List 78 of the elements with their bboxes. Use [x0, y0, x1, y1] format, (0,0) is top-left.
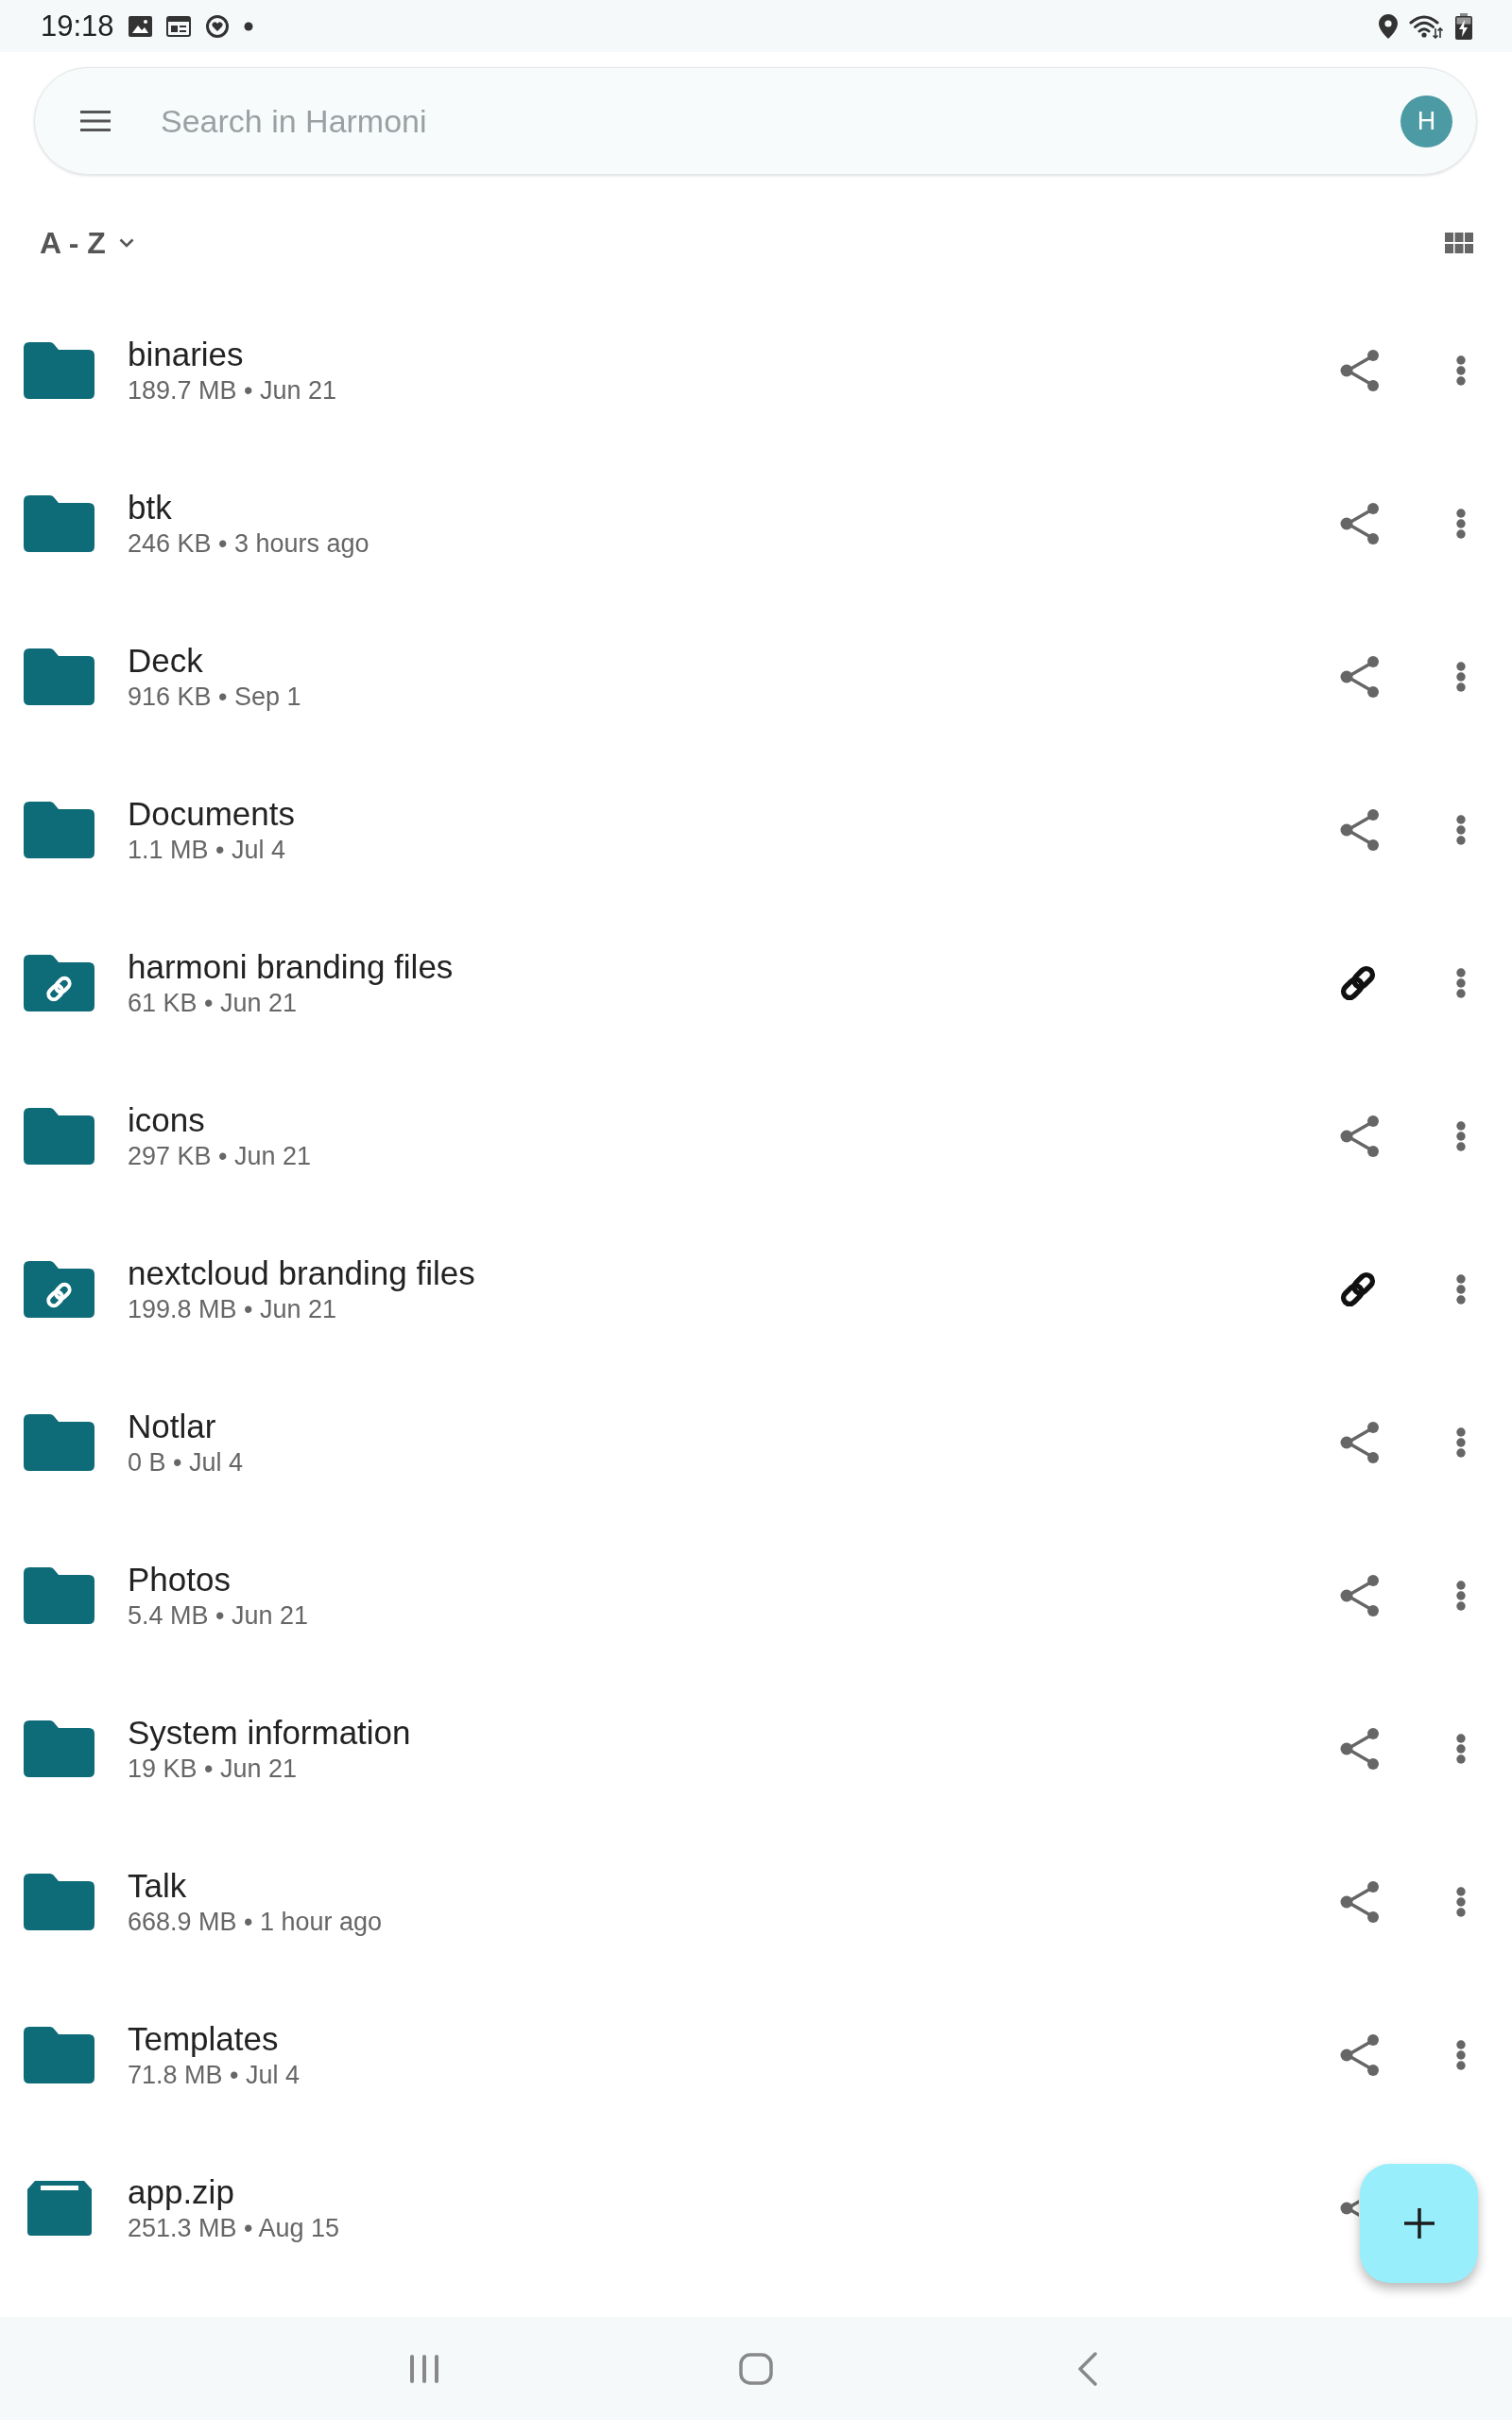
- file-details: 71.8 MB • Jul 4: [128, 2060, 301, 2091]
- share-icon[interactable]: [1340, 2034, 1380, 2076]
- file-details: 1.1 MB • Jul 4: [128, 835, 287, 866]
- more-options-icon[interactable]: [1456, 662, 1466, 692]
- more-options-icon[interactable]: [1456, 1121, 1466, 1151]
- battery-charging-icon: [1454, 12, 1473, 40]
- share-icon[interactable]: [1340, 1422, 1380, 1463]
- file-details: 189.7 MB • Jun 21: [128, 375, 338, 406]
- file-name[interactable]: app.zip: [128, 2172, 1340, 2212]
- folder-icon: [24, 342, 94, 399]
- link-folder-icon: [24, 1261, 94, 1318]
- file-name[interactable]: System information: [128, 1713, 1340, 1753]
- menu-icon[interactable]: [80, 111, 111, 131]
- share-icon[interactable]: [1340, 1575, 1380, 1616]
- file-name[interactable]: Templates: [128, 2019, 1340, 2059]
- calendar-icon: [165, 15, 191, 37]
- file-name[interactable]: Notlar: [128, 1407, 1340, 1446]
- more-options-icon[interactable]: [1456, 968, 1466, 998]
- more-options-icon[interactable]: [1456, 1274, 1466, 1305]
- archive-icon: [26, 2181, 92, 2236]
- file-details: 61 KB • Jun 21: [128, 988, 299, 1019]
- sort-button[interactable]: A - Z: [40, 228, 134, 258]
- share-icon[interactable]: [1340, 1115, 1380, 1157]
- more-options-icon[interactable]: [1456, 2040, 1466, 2070]
- back-icon[interactable]: [1077, 2351, 1098, 2386]
- more-options-icon[interactable]: [1456, 815, 1466, 845]
- folder-icon: [24, 1567, 94, 1624]
- folder-icon: [24, 2027, 94, 2083]
- file-details: 251.3 MB • Aug 15: [128, 2213, 341, 2244]
- folder-icon: [24, 1874, 94, 1930]
- link-folder-icon: [24, 955, 94, 1011]
- heart-circle-icon: [204, 13, 230, 39]
- share-icon[interactable]: [1340, 809, 1380, 851]
- wifi-icon: [1409, 13, 1443, 39]
- file-name[interactable]: btk: [128, 488, 1340, 527]
- image-icon: [128, 15, 152, 37]
- share-icon[interactable]: [1340, 1881, 1380, 1923]
- grid-view-icon[interactable]: [1445, 233, 1473, 253]
- file-details: 19 KB • Jun 21: [128, 1754, 299, 1785]
- file-name[interactable]: icons: [128, 1100, 1340, 1140]
- share-icon[interactable]: [1340, 503, 1380, 544]
- chevron-down-icon: [118, 238, 134, 248]
- file-details: 0 B • Jul 4: [128, 1447, 244, 1478]
- file-details: 246 KB • 3 hours ago: [128, 528, 370, 560]
- share-icon[interactable]: [1340, 1728, 1380, 1770]
- file-name[interactable]: nextcloud branding files: [128, 1253, 1336, 1293]
- file-name[interactable]: binaries: [128, 335, 1340, 374]
- more-options-icon[interactable]: [1456, 1734, 1466, 1764]
- file-details: 297 KB • Jun 21: [128, 1141, 313, 1172]
- more-options-icon[interactable]: [1456, 1581, 1466, 1611]
- folder-icon: [24, 1414, 94, 1471]
- plus-icon: [1402, 2207, 1435, 2239]
- share-icon[interactable]: [1340, 656, 1380, 698]
- search-field[interactable]: Search in Harmoni: [161, 93, 1400, 149]
- file-name[interactable]: Deck: [128, 641, 1340, 681]
- folder-icon: [24, 495, 94, 552]
- recent-apps-icon[interactable]: [408, 2354, 440, 2383]
- clock-time: 19:18: [41, 11, 114, 41]
- more-options-icon[interactable]: [1456, 1887, 1466, 1917]
- more-options-icon[interactable]: [1456, 355, 1466, 386]
- file-details: 668.9 MB • 1 hour ago: [128, 1907, 384, 1938]
- folder-icon: [24, 1720, 94, 1777]
- location-pin-icon: [1379, 13, 1398, 39]
- file-name[interactable]: Documents: [128, 794, 1340, 834]
- file-name[interactable]: Talk: [128, 1866, 1340, 1906]
- file-details: 5.4 MB • Jun 21: [128, 1600, 310, 1632]
- notification-dot-icon: [243, 21, 253, 31]
- folder-icon: [24, 1108, 94, 1165]
- file-details: 916 KB • Sep 1: [128, 682, 302, 713]
- file-name[interactable]: harmoni branding files: [128, 947, 1336, 987]
- folder-icon: [24, 648, 94, 705]
- share-icon[interactable]: [1340, 350, 1380, 391]
- file-details: 199.8 MB • Jun 21: [128, 1294, 338, 1325]
- home-icon[interactable]: [739, 2352, 773, 2385]
- file-name[interactable]: Photos: [128, 1560, 1340, 1599]
- more-options-icon[interactable]: [1456, 509, 1466, 539]
- folder-icon: [24, 802, 94, 858]
- more-options-icon[interactable]: [1456, 1427, 1466, 1458]
